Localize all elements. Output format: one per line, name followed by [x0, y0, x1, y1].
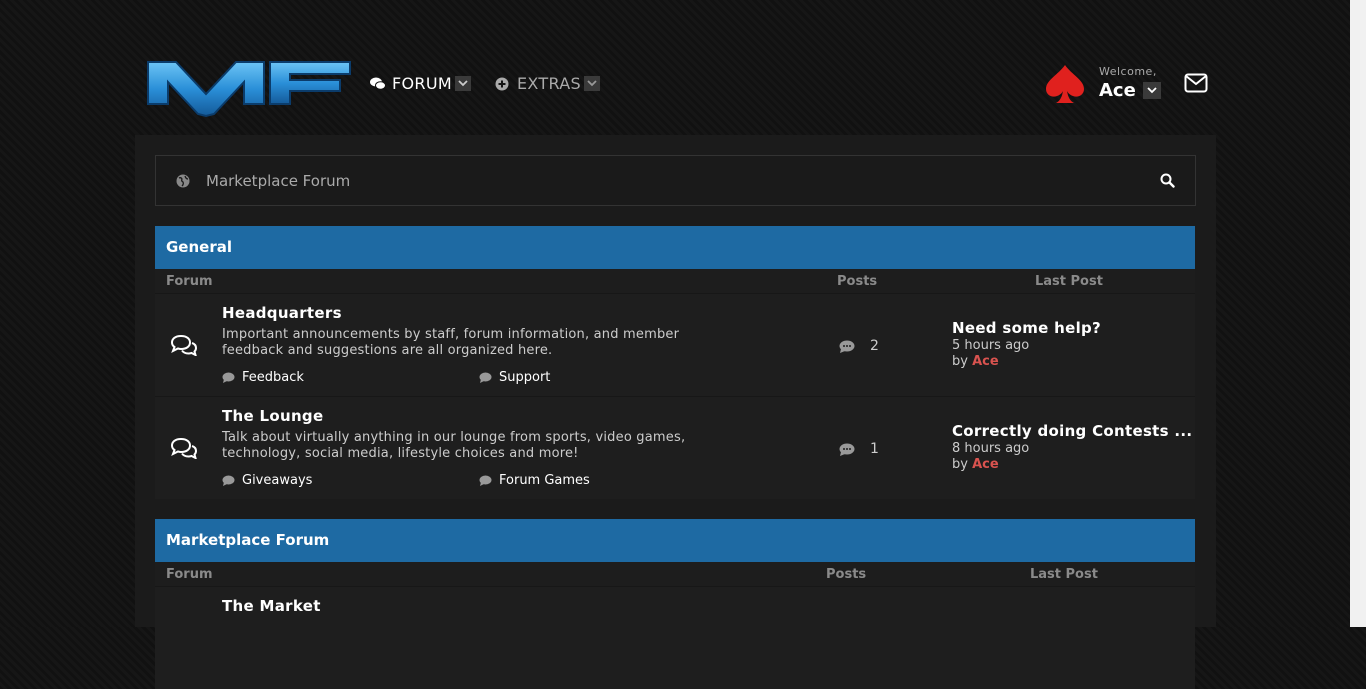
subforum-link[interactable]: Forum Games [479, 473, 590, 488]
by-label: by [952, 354, 968, 369]
chevron-down-icon[interactable] [454, 76, 471, 91]
category-title[interactable]: Marketplace Forum [155, 519, 1195, 562]
comment-dots-icon [839, 443, 855, 456]
col-forum: Forum [166, 567, 213, 582]
subforum-label: Feedback [242, 370, 304, 385]
user-menu[interactable]: Ace [1099, 80, 1161, 101]
col-posts: Posts [826, 567, 867, 582]
category-title[interactable]: General [155, 226, 1195, 269]
spade-avatar-icon[interactable] [1044, 63, 1086, 105]
comment-icon [479, 475, 492, 486]
nav-forum[interactable]: FORUM [370, 74, 471, 93]
site-header: FORUM EXTRAS Welcome, Ace [0, 0, 1350, 135]
category-marketplace-forum: Marketplace Forum Forum Posts Last Post … [155, 519, 1195, 689]
post-count: 2 [839, 338, 879, 354]
subforum-label: Forum Games [499, 473, 590, 488]
by-label: by [952, 457, 968, 472]
forum-title[interactable]: The Lounge [222, 407, 323, 425]
category-general: General Forum Posts Last Post Headquarte… [155, 226, 1195, 499]
last-post-time: 5 hours ago [952, 338, 1030, 353]
search-icon[interactable] [1160, 173, 1175, 188]
comment-icon [222, 475, 235, 486]
subforum-link[interactable]: Support [479, 370, 550, 385]
welcome-label: Welcome, [1099, 65, 1157, 78]
forum-description: Talk about virtually anything in our lou… [222, 430, 686, 461]
breadcrumb-search-bar: Marketplace Forum [155, 155, 1196, 206]
scrollbar[interactable] [1350, 0, 1366, 627]
forum-comments-icon [171, 334, 197, 356]
author-link[interactable]: Ace [972, 457, 999, 472]
last-post-time: 8 hours ago [952, 441, 1030, 456]
forum-row-the-lounge: The Lounge Talk about virtually anything… [155, 396, 1195, 499]
forum-row-headquarters: Headquarters Important announcements by … [155, 293, 1195, 396]
col-posts: Posts [837, 274, 878, 289]
post-count-value: 2 [870, 338, 879, 354]
last-post-title[interactable]: Need some help? [952, 319, 1101, 337]
last-post-author: by Ace [952, 457, 999, 472]
forum-title[interactable]: Headquarters [222, 304, 342, 322]
comments-icon [370, 77, 386, 90]
last-post-title[interactable]: Correctly doing Contests ... [952, 422, 1192, 440]
subforum-link[interactable]: Giveaways [222, 473, 312, 488]
chevron-down-icon[interactable] [583, 76, 600, 91]
envelope-icon[interactable] [1184, 72, 1208, 94]
comment-icon [222, 372, 235, 383]
post-count-value: 1 [870, 441, 879, 457]
nav-forum-label: FORUM [392, 74, 452, 93]
site-logo[interactable] [146, 58, 351, 118]
author-link[interactable]: Ace [972, 354, 999, 369]
forum-row-the-market: The Market [155, 586, 1195, 689]
col-forum: Forum [166, 274, 213, 289]
nav-extras[interactable]: EXTRAS [495, 74, 600, 93]
forum-title[interactable]: The Market [222, 597, 321, 615]
comment-icon [479, 372, 492, 383]
globe-icon [176, 174, 190, 188]
last-post-author: by Ace [952, 354, 999, 369]
column-headers: Forum Posts Last Post [155, 269, 1195, 293]
plus-circle-icon [495, 77, 509, 90]
forum-comments-icon [171, 437, 197, 459]
subforum-label: Support [499, 370, 551, 385]
breadcrumb[interactable]: Marketplace Forum [206, 172, 350, 190]
chevron-down-icon[interactable] [1142, 82, 1161, 99]
main-content: Marketplace Forum General Forum Posts La… [135, 135, 1216, 689]
username: Ace [1099, 80, 1136, 101]
col-last-post: Last Post [1030, 567, 1098, 582]
subforum-link[interactable]: Feedback [222, 370, 304, 385]
forum-description: Important announcements by staff, forum … [222, 327, 680, 358]
nav-extras-label: EXTRAS [517, 74, 581, 93]
column-headers: Forum Posts Last Post [155, 562, 1195, 586]
post-count: 1 [839, 441, 879, 457]
col-last-post: Last Post [1035, 274, 1103, 289]
comment-dots-icon [839, 340, 855, 353]
subforum-label: Giveaways [242, 473, 313, 488]
